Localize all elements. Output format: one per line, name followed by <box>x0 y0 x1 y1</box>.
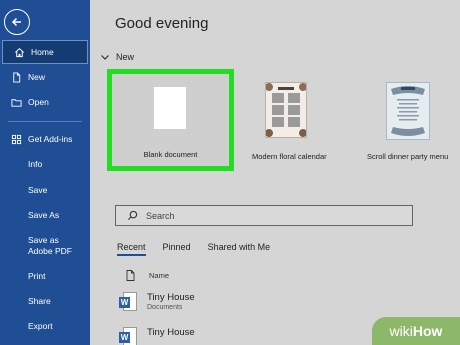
watermark-prefix: wiki <box>389 323 413 339</box>
sidebar-item-save-as[interactable]: Save As <box>0 203 90 227</box>
file-type-icon <box>126 270 135 281</box>
section-label: New <box>116 52 135 62</box>
template-modern-floral-calendar[interactable] <box>265 82 307 138</box>
new-section-toggle[interactable]: New <box>100 52 134 62</box>
list-item[interactable]: W Tiny House <box>119 327 195 345</box>
sidebar-item-label: Info <box>28 159 43 169</box>
tab-pinned[interactable]: Pinned <box>163 242 191 252</box>
template-label: Scroll dinner party menu <box>367 152 449 161</box>
word-doc-icon: W <box>119 327 137 345</box>
sidebar-item-label: Save <box>28 185 48 195</box>
home-icon <box>14 47 24 57</box>
list-header: Name <box>126 270 169 281</box>
sidebar-item-info[interactable]: Info <box>0 152 90 176</box>
blank-page-thumbnail <box>154 87 186 129</box>
folder-icon <box>10 98 22 107</box>
list-item[interactable]: W Tiny House Documents <box>119 292 195 312</box>
sidebar-item-new[interactable]: New <box>0 65 90 89</box>
sidebar-item-label: Home <box>31 47 54 57</box>
back-arrow-icon <box>11 17 21 27</box>
template-blank-document[interactable]: Blank document <box>107 69 234 171</box>
template-label: Blank document <box>143 150 198 159</box>
sidebar-item-label: Share <box>28 296 51 306</box>
sidebar-item-get-add-ins[interactable]: Get Add-ins <box>0 127 90 151</box>
tab-recent[interactable]: Recent <box>117 242 146 256</box>
sidebar-item-label: New <box>28 72 46 82</box>
column-header-name[interactable]: Name <box>149 271 169 280</box>
file-name: Tiny House <box>147 327 195 338</box>
sidebar-item-label: Open <box>28 97 49 107</box>
file-name: Tiny House <box>147 292 195 303</box>
search-icon <box>127 210 138 221</box>
template-scroll-dinner-party-menu[interactable] <box>386 82 430 140</box>
watermark-suffix: How <box>412 323 443 339</box>
sidebar-divider <box>8 121 82 122</box>
tab-bar: Recent Pinned Shared with Me <box>117 242 287 256</box>
chevron-down-icon <box>101 55 109 60</box>
sidebar: Home New Open Get Add-ins Info Save Save… <box>0 0 90 345</box>
sidebar-item-save[interactable]: Save <box>0 178 90 202</box>
main-panel: Good evening New Blank document Modern f… <box>90 0 460 345</box>
template-label: Modern floral calendar <box>252 152 327 161</box>
sidebar-item-save-as-adobe-pdf[interactable]: Save as Adobe PDF <box>0 235 80 263</box>
sidebar-item-label: Export <box>28 321 53 331</box>
word-doc-icon: W <box>119 292 137 312</box>
sidebar-item-print[interactable]: Print <box>0 264 90 288</box>
file-location: Documents <box>147 304 183 311</box>
page-title: Good evening <box>115 15 209 32</box>
wikihow-watermark: wiki How <box>372 317 460 345</box>
grid-icon <box>11 134 21 144</box>
back-button[interactable] <box>4 9 30 35</box>
sidebar-item-label: Get Add-ins <box>28 134 73 144</box>
sidebar-item-label: Print <box>28 271 46 281</box>
sidebar-item-open[interactable]: Open <box>0 90 90 114</box>
tab-shared-with-me[interactable]: Shared with Me <box>208 242 271 252</box>
menu-thumbnail <box>387 83 429 139</box>
calendar-thumbnail <box>265 83 307 137</box>
sidebar-item-home[interactable]: Home <box>2 40 88 64</box>
sidebar-item-export[interactable]: Export <box>0 314 90 338</box>
new-doc-icon <box>12 71 20 83</box>
sidebar-item-label: Save as Adobe PDF <box>28 235 72 256</box>
search-placeholder: Search <box>146 210 175 221</box>
sidebar-item-label: Save As <box>28 210 60 220</box>
search-input[interactable]: Search <box>115 205 413 226</box>
sidebar-item-share[interactable]: Share <box>0 289 90 313</box>
